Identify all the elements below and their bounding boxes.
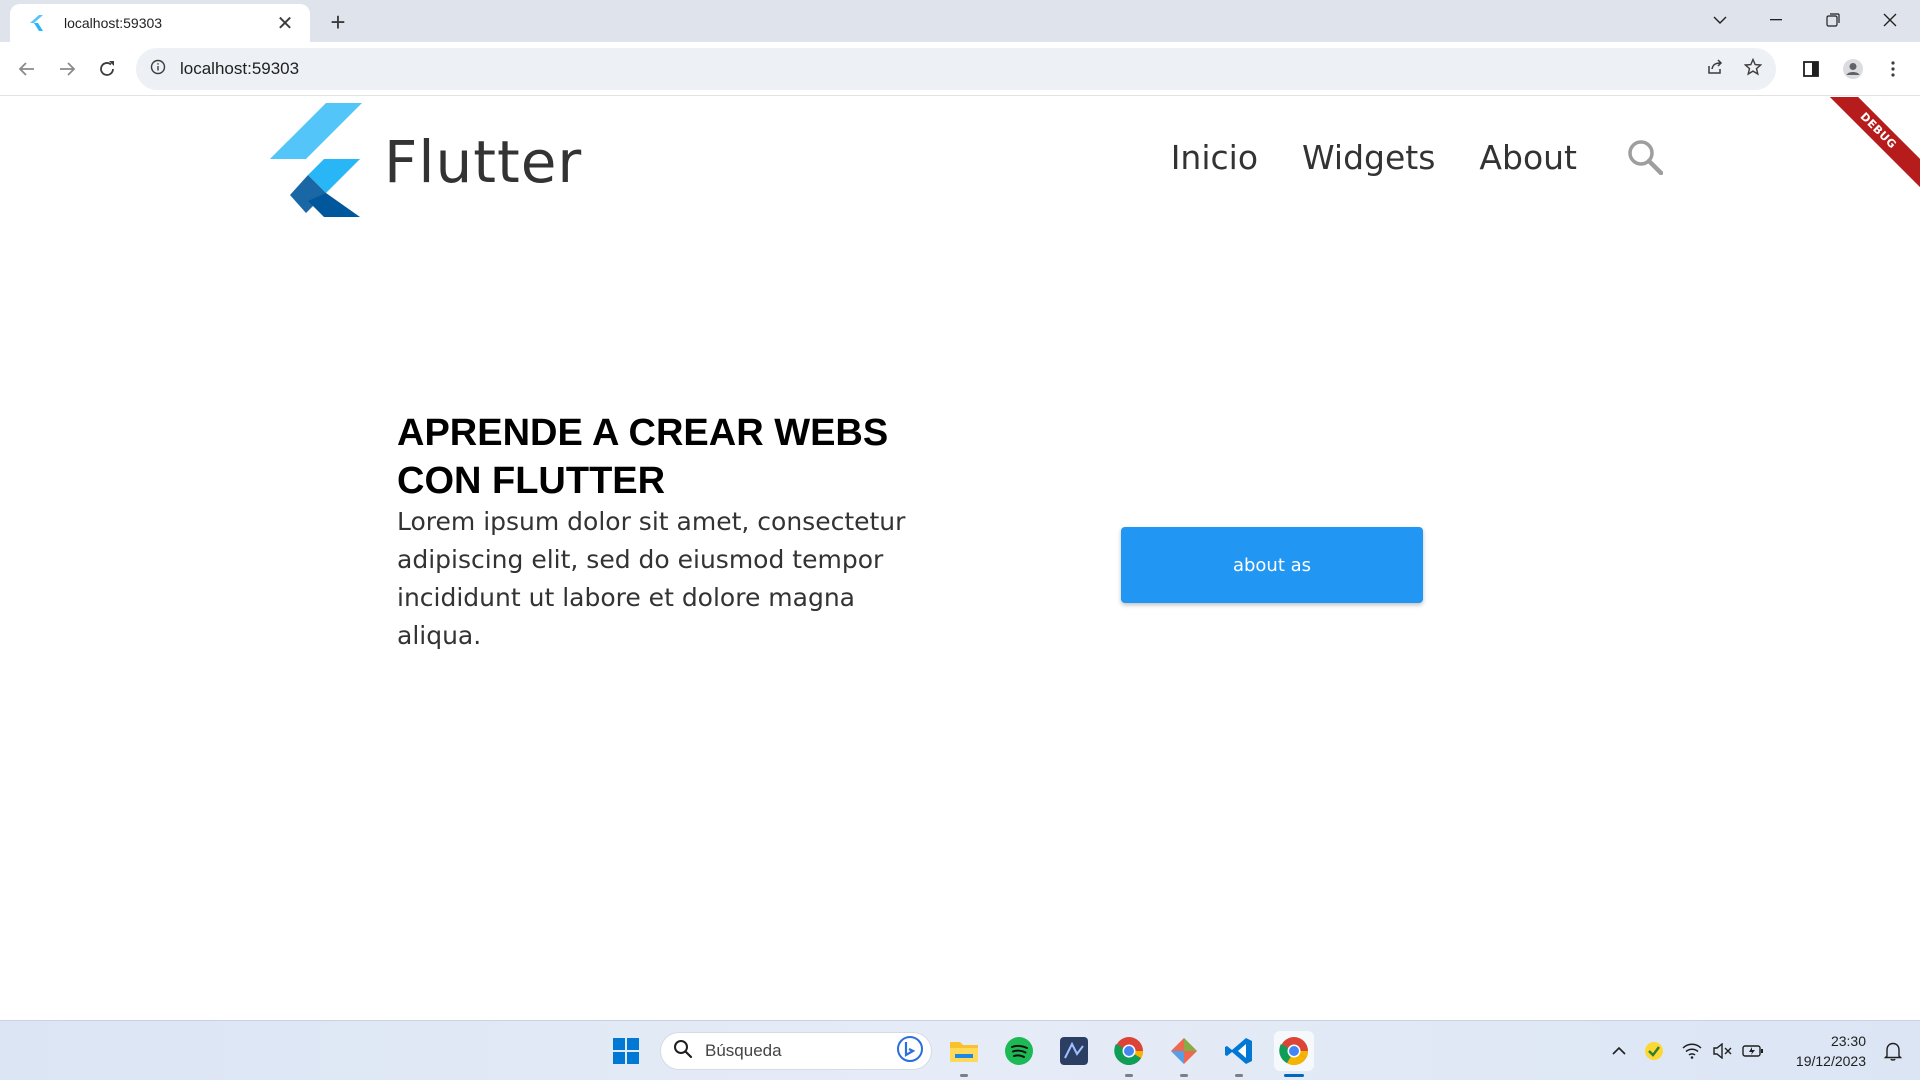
windows-taskbar: Búsqueda 23:30 19/12/2023 — [0, 1020, 1920, 1080]
clock-date: 19/12/2023 — [1795, 1053, 1866, 1069]
main-nav: Inicio Widgets About — [1127, 137, 1665, 177]
app-icon[interactable] — [1054, 1031, 1094, 1071]
hero-title: APRENDE A CREAR WEBS CON FLUTTER — [397, 412, 889, 502]
bing-icon[interactable] — [897, 1036, 923, 1066]
notifications-bell-icon[interactable] — [1883, 1041, 1903, 1065]
more-menu-icon[interactable] — [1878, 54, 1908, 84]
spotify-icon[interactable] — [999, 1031, 1039, 1071]
debug-banner: DEBUG — [1814, 97, 1920, 195]
reload-icon[interactable] — [92, 54, 122, 84]
battery-icon[interactable] — [1740, 1044, 1766, 1058]
flutter-logo[interactable]: Flutter — [270, 103, 582, 221]
new-tab-button[interactable]: + — [324, 8, 352, 36]
logo-text: Flutter — [384, 128, 583, 196]
side-panel-icon[interactable] — [1796, 54, 1826, 84]
about-as-button[interactable]: about as — [1121, 527, 1423, 603]
search-icon[interactable] — [1625, 137, 1665, 177]
tab-close-icon[interactable]: ✕ — [274, 13, 296, 33]
minimize-icon[interactable] — [1756, 4, 1796, 36]
nav-item-widgets[interactable]: Widgets — [1302, 138, 1435, 177]
flutter-web-page: DEBUG Flutter Inicio Widgets About APREN… — [0, 97, 1920, 1020]
share-icon[interactable] — [1706, 58, 1724, 80]
taskbar-search[interactable]: Búsqueda — [660, 1032, 932, 1070]
taskbar-search-icon — [673, 1039, 693, 1063]
vscode-icon[interactable] — [1219, 1031, 1259, 1077]
clock-time: 23:30 — [1830, 1033, 1866, 1049]
taskbar-search-placeholder: Búsqueda — [705, 1041, 782, 1060]
chrome-active-icon[interactable] — [1274, 1031, 1314, 1077]
tray-app-icon[interactable] — [1642, 1041, 1666, 1061]
wifi-icon[interactable] — [1680, 1043, 1704, 1059]
flutter-logo-icon — [270, 103, 362, 221]
close-window-icon[interactable] — [1870, 4, 1910, 36]
tab-bar: localhost:59303 ✕ + — [0, 0, 1920, 42]
file-explorer-icon[interactable] — [944, 1031, 984, 1077]
chrome-icon[interactable] — [1109, 1031, 1149, 1077]
url-text: localhost:59303 — [180, 59, 300, 78]
browser-tab[interactable]: localhost:59303 ✕ — [10, 4, 310, 42]
nav-item-about[interactable]: About — [1479, 138, 1577, 177]
site-info-icon[interactable] — [150, 59, 166, 79]
show-hidden-icons-icon[interactable] — [1606, 1046, 1632, 1056]
restore-icon[interactable] — [1813, 4, 1853, 36]
tab-search-icon[interactable] — [1700, 4, 1740, 36]
hero-description: Lorem ipsum dolor sit amet, consectetur … — [397, 507, 906, 650]
tab-title: localhost:59303 — [64, 15, 163, 31]
volume-muted-icon[interactable] — [1710, 1043, 1734, 1059]
git-icon[interactable] — [1164, 1031, 1204, 1077]
bookmark-star-icon[interactable] — [1743, 57, 1763, 80]
forward-icon[interactable] — [52, 54, 82, 84]
start-icon[interactable] — [606, 1031, 646, 1071]
flutter-favicon-icon — [30, 14, 48, 32]
profile-avatar-icon[interactable] — [1838, 54, 1868, 84]
address-bar[interactable]: localhost:59303 — [136, 48, 1776, 90]
back-icon[interactable] — [12, 54, 42, 84]
browser-toolbar: localhost:59303 — [0, 42, 1920, 96]
system-clock[interactable]: 23:30 19/12/2023 — [1796, 1031, 1866, 1071]
nav-item-inicio[interactable]: Inicio — [1171, 138, 1258, 177]
